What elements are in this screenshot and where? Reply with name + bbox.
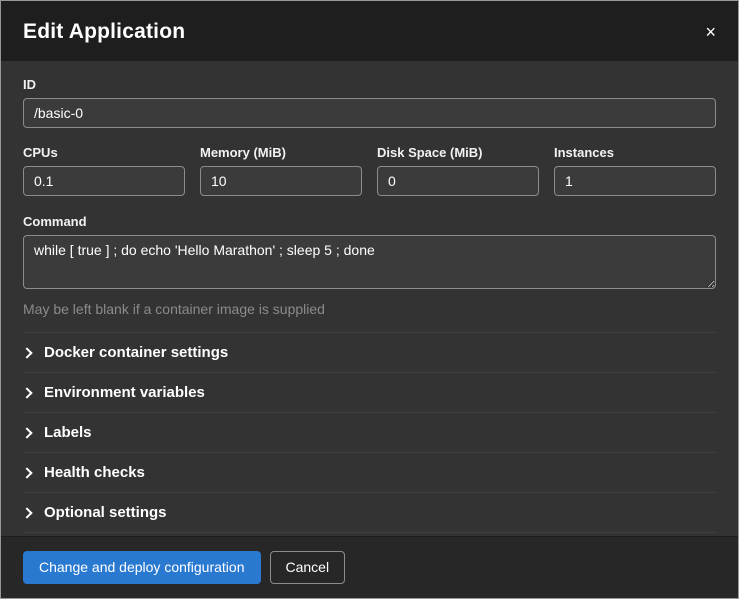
chevron-right-icon xyxy=(23,348,33,358)
modal-header: Edit Application × xyxy=(1,1,738,61)
memory-field-group: Memory (MiB) xyxy=(200,145,362,196)
cpus-label: CPUs xyxy=(23,145,185,160)
section-docker-container-settings[interactable]: Docker container settings xyxy=(23,333,716,373)
cpus-input[interactable] xyxy=(23,166,185,196)
memory-label: Memory (MiB) xyxy=(200,145,362,160)
modal-body: ID CPUs Memory (MiB) Disk Space (MiB) In… xyxy=(1,61,738,536)
id-field-group: ID xyxy=(23,77,716,128)
instances-input[interactable] xyxy=(554,166,716,196)
command-textarea[interactable]: while [ true ] ; do echo 'Hello Marathon… xyxy=(23,235,716,289)
edit-application-modal: Edit Application × ID CPUs Memory (MiB) … xyxy=(0,0,739,599)
section-health-checks[interactable]: Health checks xyxy=(23,453,716,493)
disk-label: Disk Space (MiB) xyxy=(377,145,539,160)
close-icon[interactable]: × xyxy=(705,23,716,41)
memory-input[interactable] xyxy=(200,166,362,196)
chevron-right-icon xyxy=(23,468,33,478)
collapsible-sections: Docker container settings Environment va… xyxy=(23,332,716,533)
chevron-right-icon xyxy=(23,388,33,398)
section-title: Docker container settings xyxy=(44,344,228,361)
chevron-right-icon xyxy=(23,428,33,438)
modal-title: Edit Application xyxy=(23,20,185,44)
section-title: Optional settings xyxy=(44,504,167,521)
instances-field-group: Instances xyxy=(554,145,716,196)
id-input[interactable] xyxy=(23,98,716,128)
section-optional-settings[interactable]: Optional settings xyxy=(23,493,716,533)
section-labels[interactable]: Labels xyxy=(23,413,716,453)
disk-input[interactable] xyxy=(377,166,539,196)
instances-label: Instances xyxy=(554,145,716,160)
cancel-button[interactable]: Cancel xyxy=(270,551,346,584)
change-and-deploy-button[interactable]: Change and deploy configuration xyxy=(23,551,261,584)
modal-footer: Change and deploy configuration Cancel xyxy=(1,536,738,598)
command-field-group: Command while [ true ] ; do echo 'Hello … xyxy=(23,214,716,317)
resources-row: CPUs Memory (MiB) Disk Space (MiB) Insta… xyxy=(23,145,716,196)
section-title: Health checks xyxy=(44,464,145,481)
command-help-text: May be left blank if a container image i… xyxy=(23,301,716,317)
chevron-right-icon xyxy=(23,508,33,518)
section-environment-variables[interactable]: Environment variables xyxy=(23,373,716,413)
cpus-field-group: CPUs xyxy=(23,145,185,196)
id-label: ID xyxy=(23,77,716,92)
command-label: Command xyxy=(23,214,716,229)
section-title: Environment variables xyxy=(44,384,205,401)
section-title: Labels xyxy=(44,424,92,441)
disk-field-group: Disk Space (MiB) xyxy=(377,145,539,196)
